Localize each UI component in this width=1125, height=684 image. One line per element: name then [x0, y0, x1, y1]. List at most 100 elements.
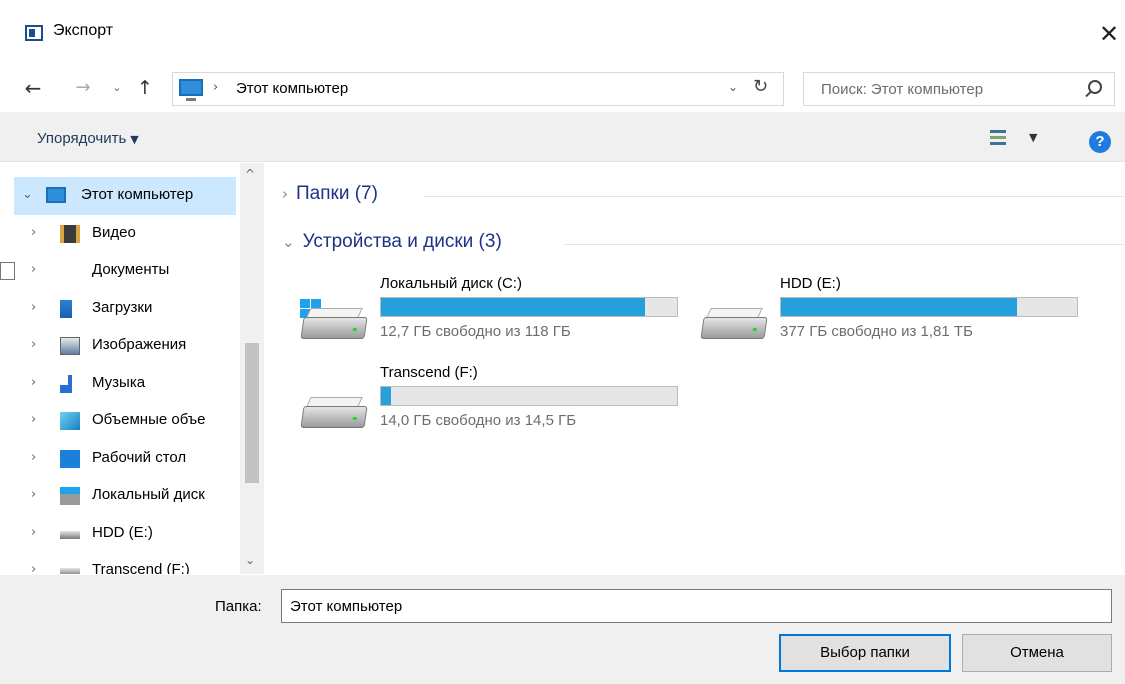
drive-item-e[interactable]: HDD (E:) 377 ГБ свободно из 1,81 ТБ [700, 275, 1080, 355]
close-button[interactable]: ✕ [1093, 14, 1125, 54]
chevron-right-icon[interactable]: › [31, 412, 36, 427]
group-divider [424, 196, 1124, 197]
navigation-bar: ← → ⌄ ↑ › Этот компьютер ⌄ ↻ Поиск: Этот… [0, 68, 1125, 108]
chevron-right-icon[interactable]: › [31, 525, 36, 540]
computer-icon [46, 187, 66, 203]
sidebar-item[interactable]: › Объемные объе [0, 402, 240, 440]
drive-item-c[interactable]: Локальный диск (C:) 12,7 ГБ свободно из … [300, 275, 680, 355]
help-icon[interactable]: ? [1089, 131, 1111, 153]
navigation-pane: ⌄ Этот компьютер › Видео › Документы › Загрузки… [0, 163, 264, 574]
sidebar-item-label: Transcend (F:) [92, 561, 190, 574]
chevron-right-icon[interactable]: › [31, 337, 36, 352]
search-icon[interactable] [1088, 80, 1102, 94]
sidebar-item-label: Локальный диск [92, 486, 205, 503]
sidebar-item[interactable]: ⌄ Этот компьютер [14, 177, 236, 215]
drive-free-space: 14,0 ГБ свободно из 14,5 ГБ [380, 412, 577, 429]
up-button[interactable]: ↑ [134, 74, 156, 102]
forward-button[interactable]: → [70, 74, 96, 102]
sidebar-item[interactable]: › Загрузки [0, 290, 240, 328]
music-icon [60, 374, 72, 393]
drive-free-space: 377 ГБ свободно из 1,81 ТБ [780, 323, 973, 340]
drive-icon [700, 299, 768, 345]
folder-input[interactable] [281, 589, 1112, 623]
dialog-footer: Папка: Выбор папки Отмена [0, 575, 1125, 684]
local-disk-icon [60, 487, 80, 505]
chevron-right-icon[interactable]: › [31, 262, 36, 277]
command-toolbar: Упорядочить ▼ ▼ ? [0, 112, 1125, 162]
sidebar-item[interactable]: › Изображения [0, 327, 240, 365]
chevron-right-icon[interactable]: › [31, 225, 36, 240]
drive-icon [60, 568, 80, 574]
back-button[interactable]: ← [20, 74, 46, 102]
search-input[interactable]: Поиск: Этот компьютер [821, 81, 983, 98]
recent-locations-button[interactable]: ⌄ [108, 74, 126, 102]
group-devices[interactable]: ⌄ Устройства и диски (3) [282, 231, 502, 253]
search-box[interactable]: Поиск: Этот компьютер [803, 72, 1115, 106]
sidebar-item[interactable]: › Рабочий стол [0, 440, 240, 478]
drive-name: Transcend (F:) [380, 364, 478, 381]
drive-item-f[interactable]: Transcend (F:) 14,0 ГБ свободно из 14,5 … [300, 364, 680, 444]
drive-icon [300, 388, 368, 434]
group-folders[interactable]: › Папки (7) [282, 183, 378, 205]
drive-name: Локальный диск (C:) [380, 275, 522, 292]
view-options-icon[interactable] [990, 130, 1006, 146]
navigation-scrollbar[interactable]: ^ ⌄ [240, 163, 264, 574]
group-label: Устройства и диски (3) [302, 231, 502, 252]
pictures-icon [60, 337, 80, 355]
sidebar-item-label: Видео [92, 223, 136, 241]
documents-icon [0, 262, 15, 280]
select-folder-button[interactable]: Выбор папки [779, 634, 951, 672]
sidebar-item[interactable]: › Transcend (F:) [0, 552, 240, 574]
drive-usage-bar [380, 297, 678, 317]
breadcrumb-separator[interactable]: › [213, 80, 218, 95]
chevron-right-icon[interactable]: › [31, 450, 36, 465]
sidebar-item-label: Изображения [92, 336, 187, 353]
organize-label: Упорядочить [37, 130, 127, 147]
cancel-button[interactable]: Отмена [962, 634, 1112, 672]
sidebar-item-label: Объемные объе [92, 411, 206, 428]
refresh-button[interactable]: ↻ [753, 76, 768, 97]
drive-usage-fill [781, 298, 1017, 316]
chevron-down-icon: ⌄ [282, 233, 295, 251]
computer-icon [179, 79, 203, 101]
desktop-icon [60, 449, 80, 468]
scroll-thumb[interactable] [245, 343, 259, 483]
chevron-right-icon: › [282, 185, 288, 203]
breadcrumb-this-pc[interactable]: Этот компьютер [236, 80, 348, 97]
scroll-up-button[interactable]: ^ [245, 167, 255, 181]
chevron-down-icon[interactable]: ⌄ [22, 187, 33, 202]
chevron-right-icon[interactable]: › [31, 375, 36, 390]
sidebar-item-label: Музыка [92, 373, 146, 391]
downloads-icon [60, 299, 72, 318]
sidebar-item[interactable]: › HDD (E:) [0, 515, 240, 553]
drive-usage-bar [380, 386, 678, 406]
chevron-right-icon[interactable]: › [31, 300, 36, 315]
folder-label: Папка: [215, 598, 262, 615]
drive-name: HDD (E:) [780, 275, 841, 292]
scroll-down-button[interactable]: ⌄ [245, 553, 255, 567]
3d-objects-icon [60, 412, 80, 430]
drive-usage-bar [780, 297, 1078, 317]
address-dropdown-button[interactable]: ⌄ [728, 80, 738, 94]
sidebar-item[interactable]: › Документы [0, 252, 240, 290]
view-dropdown-button[interactable]: ▼ [1029, 131, 1037, 144]
drive-usage-fill [381, 387, 392, 405]
title-bar: Экспорт ✕ [0, 0, 1125, 64]
sidebar-item[interactable]: › Локальный диск [0, 477, 240, 515]
drive-free-space: 12,7 ГБ свободно из 118 ГБ [380, 323, 571, 340]
chevron-right-icon[interactable]: › [31, 487, 36, 502]
drive-usage-fill [381, 298, 646, 316]
sidebar-item[interactable]: › Видео [0, 215, 240, 253]
app-icon [25, 25, 43, 41]
window-title: Экспорт [53, 22, 114, 39]
sidebar-item[interactable]: › Музыка [0, 365, 240, 403]
group-divider [564, 244, 1124, 245]
file-view: › Папки (7) ⌄ Устройства и диски (3) Локал… [264, 163, 1125, 574]
sidebar-item-label: HDD (E:) [92, 523, 153, 541]
address-bar[interactable]: › Этот компьютер ⌄ ↻ [172, 72, 784, 106]
chevron-right-icon[interactable]: › [31, 562, 36, 574]
windows-drive-icon [300, 299, 368, 345]
organize-button[interactable]: Упорядочить ▼ [37, 130, 139, 147]
sidebar-item-label: Документы [92, 261, 170, 278]
group-label: Папки (7) [296, 183, 378, 204]
